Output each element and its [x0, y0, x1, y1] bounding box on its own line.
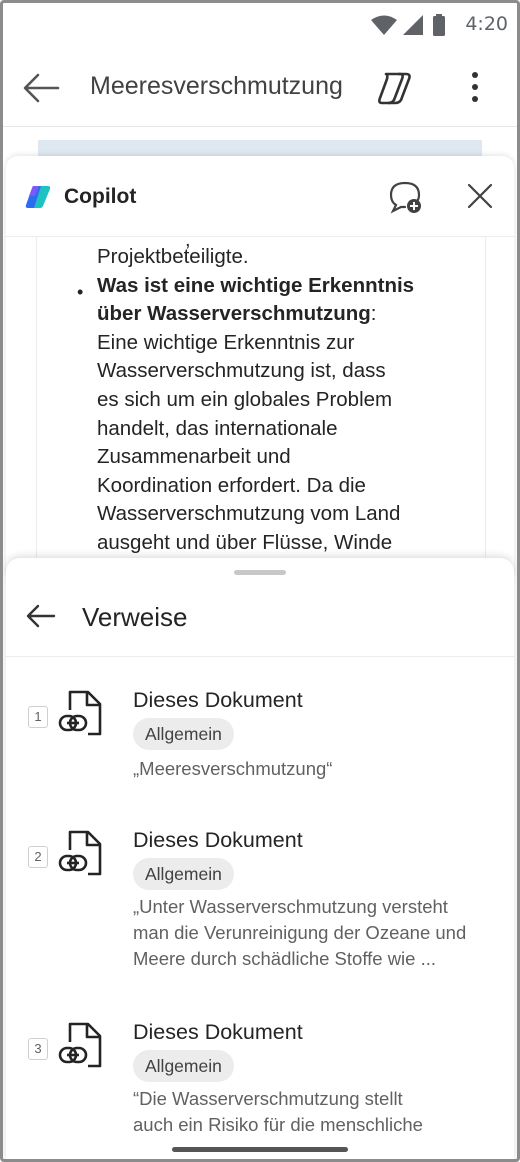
- reference-quote: “Die Wasserverschmutzung stellt auch ein…: [133, 1086, 495, 1138]
- reference-title: Dieses Dokument: [133, 828, 303, 852]
- sensitivity-badge: Allgemein: [133, 1050, 234, 1082]
- close-icon[interactable]: [466, 182, 494, 210]
- reference-number: 3: [28, 1038, 48, 1060]
- response-heading: über Wasserverschmutzung: [97, 302, 371, 326]
- quote-line: „Meeresverschmutzung“: [133, 758, 333, 779]
- response-line: Wasserverschmutzung vom Land: [97, 502, 401, 526]
- references-header: Verweise: [6, 588, 514, 657]
- response-line: handelt, das internationale: [97, 416, 338, 440]
- reference-item[interactable]: 1 Dieses Dokument Allgemein „Meeresversc…: [6, 688, 514, 788]
- copilot-pane: Copilot , • Projektbeteiligte. Was ist e…: [6, 156, 514, 576]
- reference-title: Dieses Dokument: [133, 1020, 303, 1044]
- reference-quote: „Meeresverschmutzung“: [133, 756, 495, 782]
- references-title: Verweise: [82, 602, 188, 632]
- wifi-icon: [371, 15, 397, 35]
- response-line: Wasserverschmutzung ist, dass: [97, 359, 386, 383]
- response-line: es sich um ein globales Problem: [97, 387, 393, 411]
- copilot-response: , • Projektbeteiligte. Was ist eine wich…: [36, 237, 486, 557]
- sensitivity-badge: Allgemein: [133, 718, 234, 750]
- response-line: ausgeht und über Flüsse, Winde: [97, 530, 393, 554]
- quote-line: man die Verunreinigung der Ozeane und: [133, 922, 467, 943]
- drag-handle[interactable]: [234, 570, 286, 575]
- copilot-icon[interactable]: [374, 70, 414, 106]
- response-line: Eine wichtige Erkenntnis zur: [97, 330, 355, 354]
- linked-document-icon: [58, 690, 102, 736]
- quote-line: Meere durch schädliche Stoffe wie ...: [133, 948, 437, 969]
- signal-icon: [403, 15, 423, 35]
- clock: 4:20: [465, 13, 508, 35]
- back-arrow-icon[interactable]: [22, 70, 60, 106]
- reference-number: 2: [28, 846, 48, 868]
- response-line: Koordination erfordert. Da die: [97, 473, 366, 497]
- battery-icon: [433, 14, 445, 36]
- copilot-header: Copilot: [6, 156, 514, 237]
- app-bar: Meeresverschmutzung: [0, 50, 520, 127]
- response-line: :: [370, 302, 377, 326]
- document-title: Meeresverschmutzung: [90, 72, 343, 100]
- references-sheet: Verweise 1 Dieses Dokument Allgemein „Me…: [6, 558, 514, 1162]
- copilot-logo-icon: [25, 186, 51, 208]
- linked-document-icon: [58, 1022, 102, 1068]
- quote-line: auch ein Risiko für die menschliche: [133, 1114, 423, 1135]
- new-chat-icon[interactable]: [388, 180, 424, 214]
- reference-title: Dieses Dokument: [133, 688, 303, 712]
- bullet: •: [77, 282, 84, 302]
- quote-line: „Unter Wasserverschmutzung versteht: [133, 896, 448, 917]
- reference-quote: „Unter Wasserverschmutzung versteht man …: [133, 894, 495, 972]
- quote-line: “Die Wasserverschmutzung stellt: [133, 1088, 403, 1109]
- more-vert-icon[interactable]: [462, 70, 488, 106]
- back-arrow-icon[interactable]: [26, 602, 56, 630]
- status-bar: 4:20: [0, 0, 520, 50]
- copilot-title: Copilot: [64, 185, 137, 208]
- response-text: • Projektbeteiligte. Was ist eine wichti…: [77, 243, 457, 557]
- gesture-nav-bar[interactable]: [172, 1147, 348, 1152]
- reference-item[interactable]: 3 Dieses Dokument Allgemein “Die Wasserv…: [6, 1020, 514, 1150]
- response-line: Projektbeteiligte.: [97, 245, 249, 268]
- sensitivity-badge: Allgemein: [133, 858, 234, 890]
- linked-document-icon: [58, 830, 102, 876]
- reference-number: 1: [28, 706, 48, 728]
- response-heading: Was ist eine wichtige Erkenntnis: [97, 273, 415, 297]
- reference-item[interactable]: 2 Dieses Dokument Allgemein „Unter Wasse…: [6, 828, 514, 978]
- response-line: Zusammenarbeit und: [97, 445, 291, 469]
